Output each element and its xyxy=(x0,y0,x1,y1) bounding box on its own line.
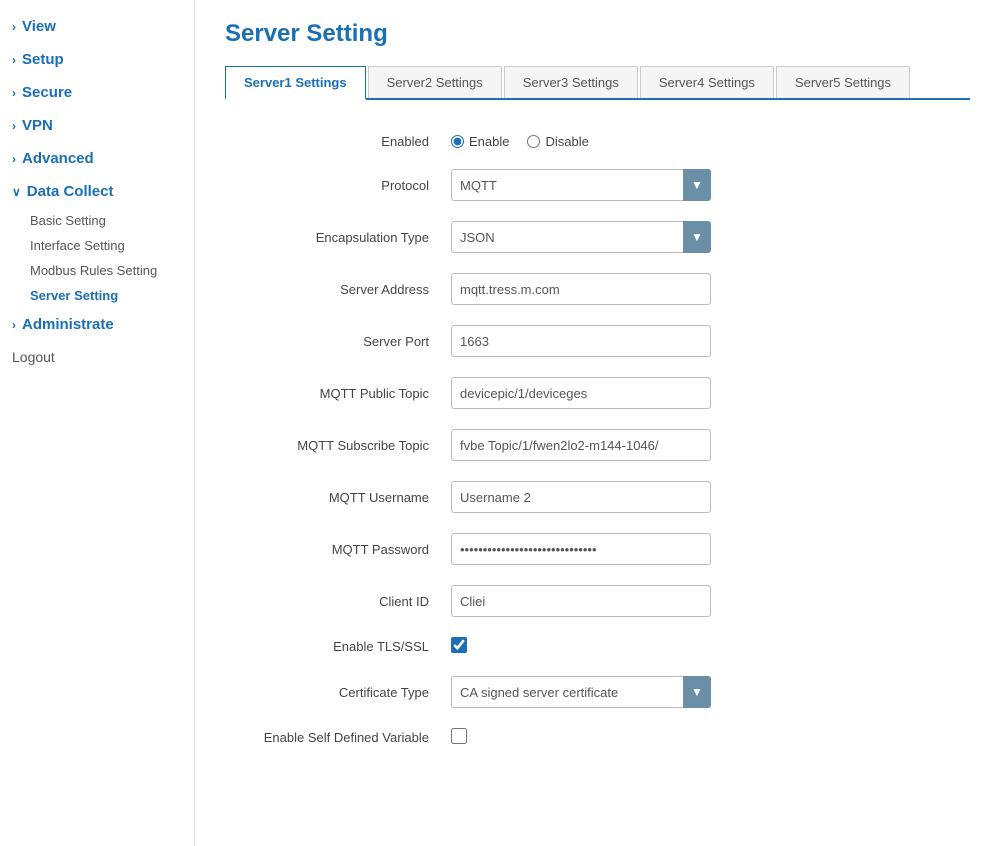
cert-type-row: Certificate Type CA signed server certif… xyxy=(225,666,970,718)
sidebar-item-vpn[interactable]: › VPN xyxy=(0,109,194,142)
mqtt-public-topic-row: MQTT Public Topic xyxy=(225,367,970,419)
tls-ssl-control xyxy=(445,627,970,666)
encapsulation-label: Encapsulation Type xyxy=(225,211,445,263)
mqtt-password-label: MQTT Password xyxy=(225,523,445,575)
mqtt-password-row: MQTT Password xyxy=(225,523,970,575)
enable-option[interactable]: Enable xyxy=(451,134,509,149)
sidebar-item-secure[interactable]: › Secure xyxy=(0,76,194,109)
sidebar-item-administrate[interactable]: › Administrate xyxy=(0,308,194,341)
sidebar-sub-interface-setting[interactable]: Interface Setting xyxy=(0,233,194,258)
cert-type-select-wrap: CA signed server certificateSelf-signed … xyxy=(451,676,711,708)
protocol-select-wrap: MQTTHTTPTCP ▼ xyxy=(451,169,711,201)
server-port-input[interactable] xyxy=(451,325,711,357)
page-title: Server Setting xyxy=(225,20,970,48)
self-defined-row: Enable Self Defined Variable xyxy=(225,718,970,757)
arrow-icon: › xyxy=(12,119,16,133)
cert-type-select[interactable]: CA signed server certificateSelf-signed … xyxy=(451,676,711,708)
sidebar-sub-basic-setting[interactable]: Basic Setting xyxy=(0,208,194,233)
enabled-label: Enabled xyxy=(225,124,445,159)
server-port-label: Server Port xyxy=(225,315,445,367)
self-defined-checkbox[interactable] xyxy=(451,728,467,744)
server-address-row: Server Address xyxy=(225,263,970,315)
sidebar-sub-server-setting[interactable]: Server Setting xyxy=(0,283,194,308)
enabled-radio-group: Enable Disable xyxy=(451,134,964,149)
enabled-control: Enable Disable xyxy=(445,124,970,159)
disable-option[interactable]: Disable xyxy=(527,134,588,149)
mqtt-username-row: MQTT Username xyxy=(225,471,970,523)
enable-radio[interactable] xyxy=(451,135,464,148)
mqtt-public-topic-control xyxy=(445,367,970,419)
protocol-select[interactable]: MQTTHTTPTCP xyxy=(451,169,711,201)
mqtt-password-input[interactable] xyxy=(451,533,711,565)
mqtt-password-control xyxy=(445,523,970,575)
arrow-icon: › xyxy=(12,318,16,332)
nav-label: View xyxy=(22,18,56,35)
client-id-control xyxy=(445,575,970,627)
sidebar-item-view[interactable]: › View xyxy=(0,10,194,43)
encapsulation-control: JSONXML ▼ xyxy=(445,211,970,263)
sidebar-item-advanced[interactable]: › Advanced xyxy=(0,142,194,175)
client-id-label: Client ID xyxy=(225,575,445,627)
server-address-control xyxy=(445,263,970,315)
tls-ssl-row: Enable TLS/SSL xyxy=(225,627,970,666)
tls-ssl-checkbox[interactable] xyxy=(451,637,467,653)
server-form: Enabled Enable Disable xyxy=(225,124,970,757)
client-id-row: Client ID xyxy=(225,575,970,627)
protocol-row: Protocol MQTTHTTPTCP ▼ xyxy=(225,159,970,211)
logout-item[interactable]: Logout xyxy=(0,341,194,373)
nav-label: Secure xyxy=(22,84,72,101)
server-tabs: Server1 SettingsServer2 SettingsServer3 … xyxy=(225,66,970,100)
mqtt-subscribe-topic-input[interactable] xyxy=(451,429,711,461)
nav-label: VPN xyxy=(22,117,53,134)
encapsulation-select[interactable]: JSONXML xyxy=(451,221,711,253)
sidebar-item-setup[interactable]: › Setup xyxy=(0,43,194,76)
server-port-row: Server Port xyxy=(225,315,970,367)
self-defined-label: Enable Self Defined Variable xyxy=(225,718,445,757)
arrow-icon: › xyxy=(12,53,16,67)
protocol-label: Protocol xyxy=(225,159,445,211)
mqtt-subscribe-topic-row: MQTT Subscribe Topic xyxy=(225,419,970,471)
mqtt-public-topic-label: MQTT Public Topic xyxy=(225,367,445,419)
cert-type-control: CA signed server certificateSelf-signed … xyxy=(445,666,970,718)
tls-ssl-label: Enable TLS/SSL xyxy=(225,627,445,666)
cert-type-label: Certificate Type xyxy=(225,666,445,718)
main-content: Server Setting Server1 SettingsServer2 S… xyxy=(195,0,1000,846)
mqtt-subscribe-topic-control xyxy=(445,419,970,471)
sidebar-item-data-collect[interactable]: ∨ Data Collect xyxy=(0,175,194,208)
self-defined-control xyxy=(445,718,970,757)
client-id-input[interactable] xyxy=(451,585,711,617)
encapsulation-select-wrap: JSONXML ▼ xyxy=(451,221,711,253)
nav-label: Setup xyxy=(22,51,64,68)
protocol-control: MQTTHTTPTCP ▼ xyxy=(445,159,970,211)
tab-server5[interactable]: Server5 Settings xyxy=(776,66,910,98)
tab-server4[interactable]: Server4 Settings xyxy=(640,66,774,98)
nav-label: Administrate xyxy=(22,316,114,333)
mqtt-public-topic-input[interactable] xyxy=(451,377,711,409)
encapsulation-row: Encapsulation Type JSONXML ▼ xyxy=(225,211,970,263)
tab-server3[interactable]: Server3 Settings xyxy=(504,66,638,98)
enabled-row: Enabled Enable Disable xyxy=(225,124,970,159)
arrow-icon: › xyxy=(12,152,16,166)
nav-label: Advanced xyxy=(22,150,94,167)
arrow-icon: › xyxy=(12,86,16,100)
sidebar-sub-modbus-rules-setting[interactable]: Modbus Rules Setting xyxy=(0,258,194,283)
arrow-icon: ∨ xyxy=(12,185,21,199)
mqtt-username-control xyxy=(445,471,970,523)
arrow-icon: › xyxy=(12,20,16,34)
disable-label: Disable xyxy=(545,134,588,149)
server-address-label: Server Address xyxy=(225,263,445,315)
server-port-control xyxy=(445,315,970,367)
enable-label: Enable xyxy=(469,134,509,149)
disable-radio[interactable] xyxy=(527,135,540,148)
tab-server1[interactable]: Server1 Settings xyxy=(225,66,366,100)
mqtt-username-label: MQTT Username xyxy=(225,471,445,523)
tab-server2[interactable]: Server2 Settings xyxy=(368,66,502,98)
server-address-input[interactable] xyxy=(451,273,711,305)
mqtt-username-input[interactable] xyxy=(451,481,711,513)
sidebar: › View › Setup › Secure › VPN › Advanced ∨ Data Col… xyxy=(0,0,195,846)
mqtt-subscribe-topic-label: MQTT Subscribe Topic xyxy=(225,419,445,471)
nav-label: Data Collect xyxy=(27,183,114,200)
